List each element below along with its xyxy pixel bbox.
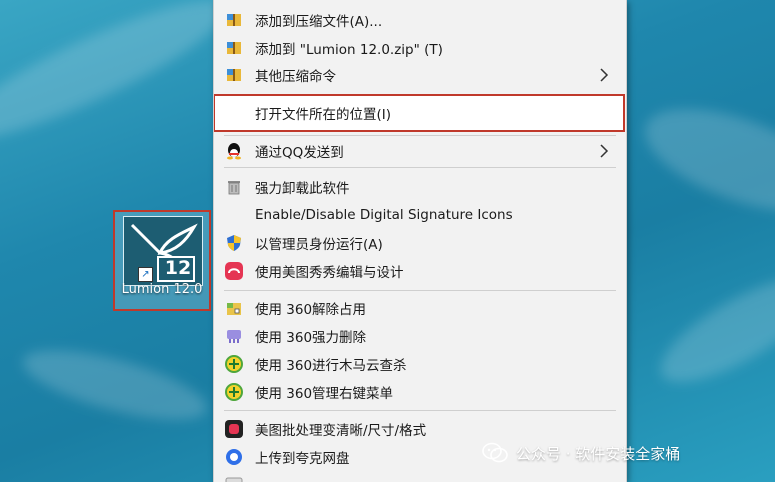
- menu-item-label: 使用 360进行木马云查杀: [255, 358, 407, 374]
- archive-icon: [225, 11, 243, 29]
- menu-item-open-file-location[interactable]: 打开文件所在的位置(I): [214, 100, 626, 126]
- menu-item-other-compress[interactable]: 其他压缩命令: [214, 62, 626, 88]
- lumion-version-badge: 12: [164, 257, 192, 279]
- quark-icon: [225, 448, 243, 466]
- menu-item-run-as-admin[interactable]: 以管理员身份运行(A): [214, 230, 626, 256]
- menu-item-label: 使用 360强力删除: [255, 330, 367, 346]
- desktop-icon-label: Lumion 12.0: [121, 282, 203, 297]
- qq-icon: [225, 142, 243, 160]
- chevron-right-icon: [600, 68, 609, 82]
- menu-item-label: 美图批处理变清晰/尺寸/格式: [255, 423, 427, 439]
- menu-item-label: 添加到压缩文件(A)...: [255, 14, 383, 30]
- trash-icon: [225, 178, 243, 196]
- menu-item-meitu-batch[interactable]: 美图批处理变清晰/尺寸/格式: [214, 416, 626, 442]
- shred-icon: [225, 327, 243, 345]
- watermark: 公众号 · 软件安装全家桶: [482, 440, 772, 466]
- cloud-icon: [225, 476, 243, 482]
- background-wave: [632, 88, 775, 232]
- watermark-text: 公众号 · 软件安装全家桶: [516, 444, 681, 463]
- meitu-batch-icon: [225, 420, 243, 438]
- menu-item-360-unlock[interactable]: 使用 360解除占用: [214, 295, 626, 321]
- menu-item-label: 其他压缩命令: [255, 69, 336, 85]
- unlock-icon: [225, 299, 243, 317]
- menu-item-label: 添加到 "Lumion 12.0.zip" (T): [255, 42, 443, 58]
- meitu-icon: [225, 262, 243, 280]
- menu-item-add-to-zip[interactable]: 添加到 "Lumion 12.0.zip" (T): [214, 35, 626, 61]
- menu-item-label: 上传到夸克网盘: [255, 451, 350, 467]
- 360-icon: [225, 355, 243, 373]
- menu-separator: [224, 167, 616, 168]
- menu-item-360-force-delete[interactable]: 使用 360强力删除: [214, 323, 626, 349]
- desktop-shortcut-lumion[interactable]: 12 ↗ Lumion 12.0: [113, 210, 211, 311]
- menu-item-label: 打开文件所在的位置(I): [255, 107, 392, 123]
- wechat-logo-icon: [482, 442, 508, 463]
- menu-item-send-via-qq[interactable]: 通过QQ发送到: [214, 138, 626, 164]
- lumion-app-icon: 12 ↗: [123, 216, 203, 286]
- menu-separator: [224, 410, 616, 411]
- menu-item-label: 以管理员身份运行(A): [255, 237, 383, 253]
- menu-item-360-context-menu-manager[interactable]: 使用 360管理右键菜单: [214, 379, 626, 405]
- menu-item-label: 强力卸载此软件: [255, 181, 350, 197]
- menu-item-label: 使用 360管理右键菜单: [255, 386, 394, 402]
- menu-separator: [224, 135, 616, 136]
- menu-item-label: 使用美图秀秀编辑与设计: [255, 265, 404, 281]
- 360-icon: [225, 383, 243, 401]
- menu-item-partial[interactable]: [214, 472, 626, 482]
- archive-icon: [225, 39, 243, 57]
- chevron-right-icon: [600, 144, 609, 158]
- shield-icon: [225, 234, 243, 252]
- context-menu: 添加到压缩文件(A)... 添加到 "Lumion 12.0.zip" (T) …: [213, 0, 627, 482]
- background-wave: [647, 259, 775, 401]
- menu-item-label: Enable/Disable Digital Signature Icons: [255, 207, 513, 223]
- menu-item-add-to-archive[interactable]: 添加到压缩文件(A)...: [214, 7, 626, 33]
- menu-item-360-trojan-scan[interactable]: 使用 360进行木马云查杀: [214, 351, 626, 377]
- archive-icon: [225, 66, 243, 84]
- menu-separator: [224, 290, 616, 291]
- menu-item-digital-signature[interactable]: Enable/Disable Digital Signature Icons: [214, 202, 626, 228]
- menu-item-label: 使用 360解除占用: [255, 302, 367, 318]
- shortcut-arrow-icon: ↗: [138, 267, 153, 282]
- background-wave: [16, 336, 214, 434]
- background-wave: [0, 0, 239, 161]
- menu-item-meitu-edit[interactable]: 使用美图秀秀编辑与设计: [214, 258, 626, 284]
- menu-item-force-uninstall[interactable]: 强力卸载此软件: [214, 174, 626, 200]
- menu-item-label: 通过QQ发送到: [255, 145, 344, 161]
